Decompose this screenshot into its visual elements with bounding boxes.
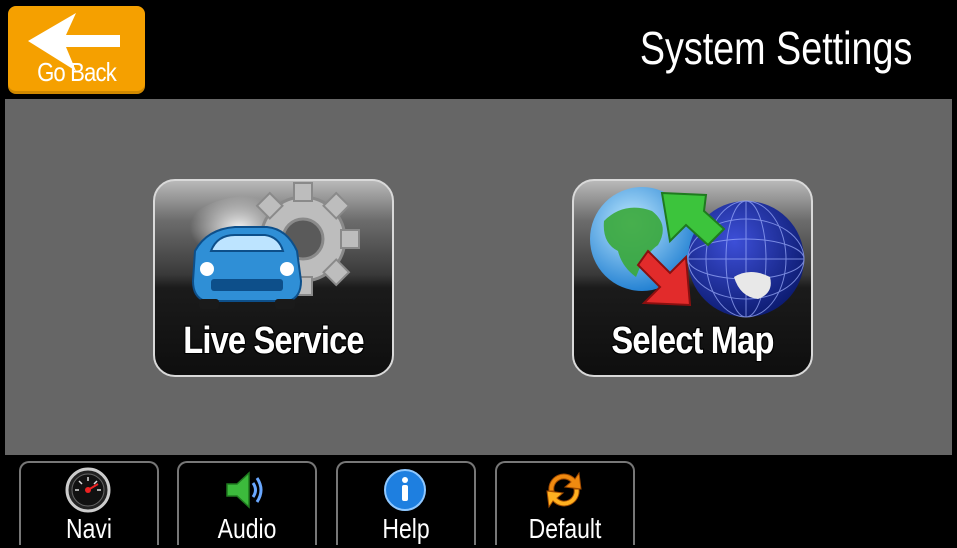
audio-button[interactable]: Audio [177,461,317,545]
header-bar: Go Back System Settings [5,5,952,99]
select-map-button[interactable]: Select Map [572,179,813,377]
go-back-label: Go Back [37,57,117,87]
live-service-button[interactable]: Live Service [153,179,394,377]
default-label: Default [528,513,602,544]
refresh-icon [546,471,582,509]
bottom-toolbar: Navi Audio Help Default [5,455,952,545]
info-icon [384,469,426,511]
go-back-button[interactable]: Go Back [8,6,145,94]
select-map-label: Select Map [611,319,776,363]
help-label: Help [382,513,430,544]
default-button[interactable]: Default [495,461,635,545]
help-button[interactable]: Help [336,461,476,545]
settings-content: Live Service Select Map [5,99,952,455]
page-title: System Settings [639,22,912,74]
navi-button[interactable]: Navi [19,461,159,545]
navi-label: Navi [66,513,112,544]
app-frame: Go Back System Settings Live Service Sel… [5,5,952,545]
speaker-icon [226,471,263,509]
audio-label: Audio [217,513,277,544]
live-service-label: Live Service [182,319,365,363]
speedometer-icon [65,467,111,513]
